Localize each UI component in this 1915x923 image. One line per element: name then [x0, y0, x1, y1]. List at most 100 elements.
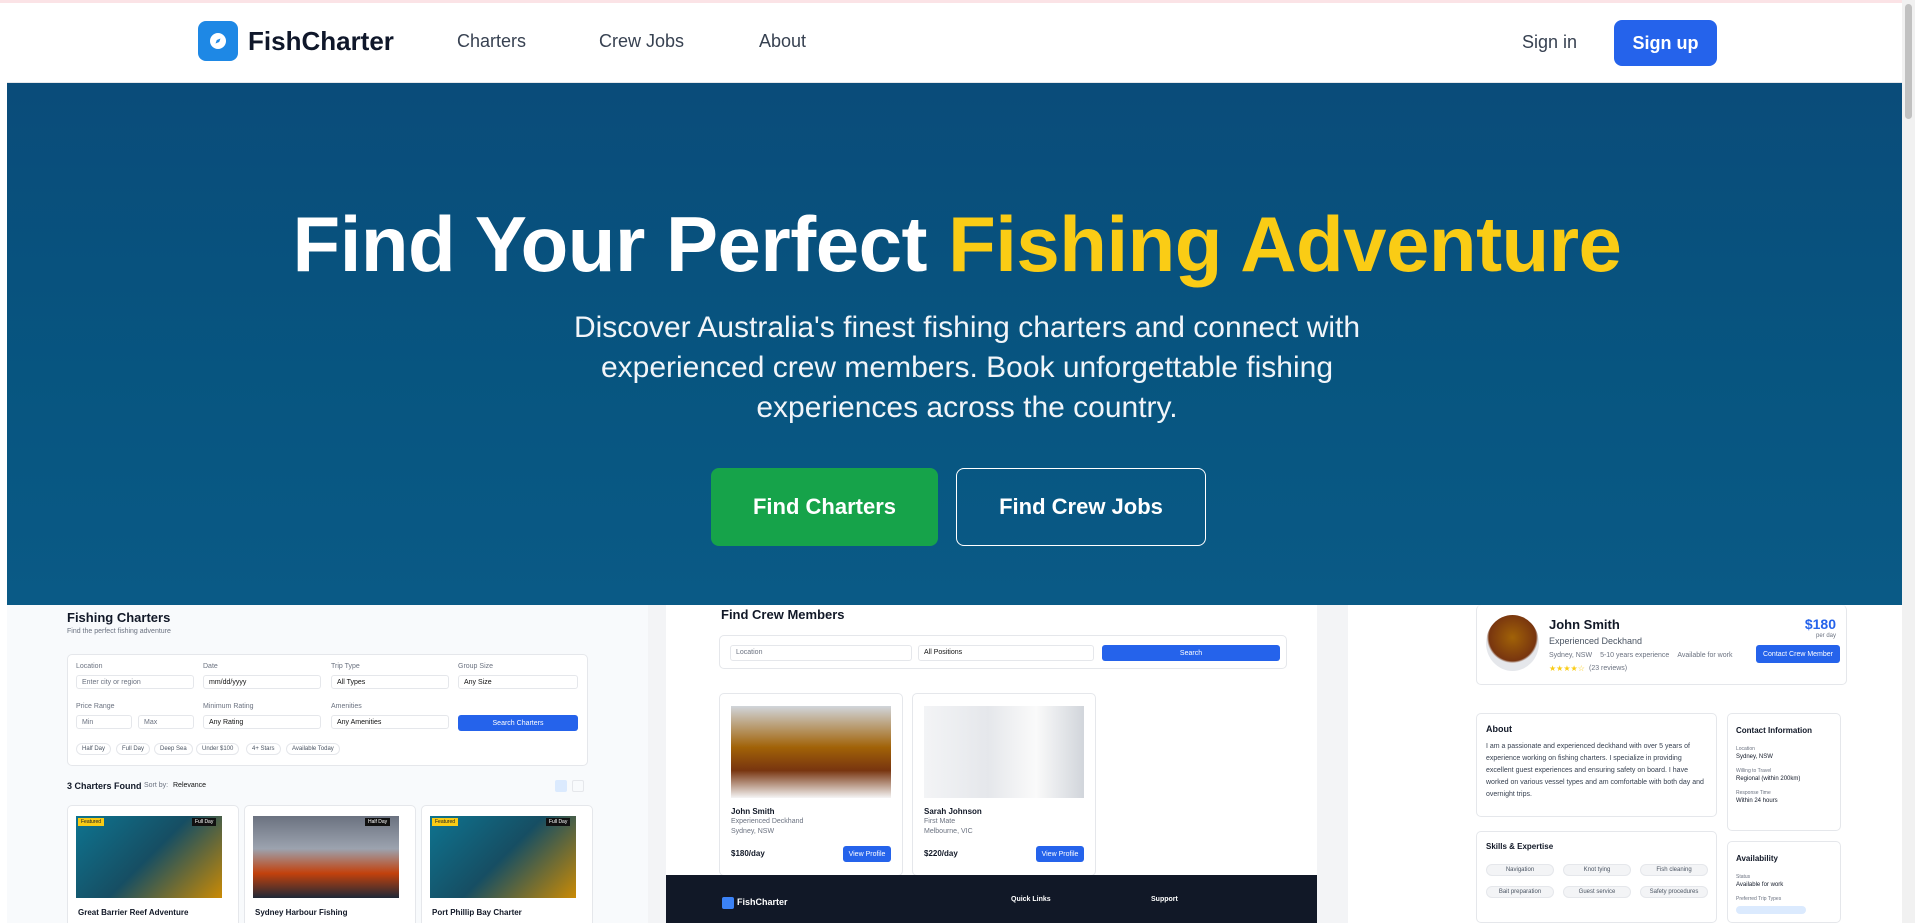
- charters-found: 3 Charters Found: [67, 781, 142, 791]
- duration-badge: Half Day: [365, 818, 391, 826]
- profile-name: John Smith: [1549, 617, 1620, 632]
- nav-link-about[interactable]: About: [759, 31, 806, 52]
- label-date: Date: [203, 663, 218, 670]
- page-scrollbar[interactable]: [1902, 0, 1915, 923]
- label-min-rating: Minimum Rating: [203, 703, 254, 710]
- charter-card[interactable]: Half Day Sydney Harbour Fishing: [244, 805, 416, 923]
- crew-card[interactable]: John Smith Experienced Deckhand Sydney, …: [719, 693, 903, 876]
- featured-badge: Featured: [78, 818, 105, 826]
- duration-badge: Full Day: [192, 818, 217, 826]
- sign-in-link[interactable]: Sign in: [1522, 32, 1577, 53]
- chip-full-day[interactable]: Full Day: [116, 743, 151, 755]
- price-min-input[interactable]: Min: [76, 715, 132, 729]
- about-text: I am a passionate and experienced deckha…: [1486, 743, 1704, 798]
- chip-deep-sea[interactable]: Deep Sea: [154, 743, 193, 755]
- brand[interactable]: FishCharter: [198, 21, 394, 61]
- skill-chip: Safety procedures: [1640, 886, 1708, 898]
- crew-title: Find Crew Members: [721, 607, 845, 622]
- crew-search-button[interactable]: Search: [1102, 645, 1280, 661]
- trip-type-chips: [1736, 906, 1806, 914]
- grid-view-icon[interactable]: [555, 780, 567, 792]
- duration-badge: Full Day: [546, 818, 571, 826]
- availability-title: Availability: [1736, 854, 1778, 863]
- harbour-sunset-image: [253, 816, 399, 898]
- crew-preview: Find Crew Members Location All Positions…: [648, 605, 1348, 923]
- nav-link-charters[interactable]: Charters: [457, 31, 526, 52]
- group-size-select[interactable]: Any Size: [458, 675, 578, 689]
- status-label: Status: [1736, 874, 1751, 880]
- positions-select[interactable]: All Positions: [918, 645, 1094, 661]
- find-crew-jobs-button[interactable]: Find Crew Jobs: [956, 468, 1206, 546]
- crew-name: John Smith: [731, 807, 775, 816]
- contact-crew-button[interactable]: Contact Crew Member: [1756, 645, 1840, 663]
- crew-footer: FishCharter Quick Links Support: [666, 875, 1317, 923]
- availability-card: Availability Status Available for work P…: [1727, 841, 1841, 923]
- find-charters-button[interactable]: Find Charters: [711, 468, 938, 546]
- charter-card[interactable]: Featured Full Day Great Barrier Reef Adv…: [67, 805, 239, 923]
- sign-up-button[interactable]: Sign up: [1614, 20, 1717, 66]
- crew-location: Melbourne, VIC: [924, 828, 973, 835]
- amenities-select[interactable]: Any Amenities: [331, 715, 449, 729]
- compass-logo-icon: [198, 21, 238, 61]
- status-value: Available for work: [1736, 882, 1784, 888]
- trip-type-select[interactable]: All Types: [331, 675, 449, 689]
- profile-meta: Sydney, NSW 5-10 years experience Availa…: [1549, 652, 1749, 659]
- hero-section: Find Your Perfect Fishing Adventure Disc…: [7, 83, 1902, 605]
- contact-card: Contact Information Location Sydney, NSW…: [1727, 713, 1841, 831]
- sort-select[interactable]: Relevance: [173, 782, 206, 789]
- search-charters-button[interactable]: Search Charters: [458, 715, 578, 731]
- crew-rate: $180/day: [731, 849, 765, 858]
- rating-select[interactable]: Any Rating: [203, 715, 321, 729]
- chip-half-day[interactable]: Half Day: [76, 743, 112, 755]
- profile-meta-location: Sydney, NSW: [1549, 652, 1593, 659]
- skill-chip: Navigation: [1486, 864, 1554, 876]
- contact-value: Sydney, NSW: [1736, 754, 1773, 760]
- profile-header-card: John Smith Experienced Deckhand Sydney, …: [1476, 605, 1847, 685]
- charter-card[interactable]: Featured Full Day Port Phillip Bay Chart…: [421, 805, 593, 923]
- charter-name: Great Barrier Reef Adventure: [78, 908, 189, 917]
- hero-title-main: Find Your Perfect: [292, 200, 949, 288]
- navbar: FishCharter Charters Crew Jobs About Sig…: [7, 3, 1902, 83]
- nav-link-crew-jobs[interactable]: Crew Jobs: [599, 31, 684, 52]
- hero-title: Find Your Perfect Fishing Adventure: [7, 199, 1907, 290]
- crew-name: Sarah Johnson: [924, 807, 982, 816]
- about-card: About I am a passionate and experienced …: [1476, 713, 1717, 817]
- crew-role: Experienced Deckhand: [731, 818, 804, 825]
- contact-label: Willing to Travel: [1736, 768, 1772, 774]
- view-profile-button[interactable]: View Profile: [843, 846, 891, 862]
- scrollbar-thumb[interactable]: [1905, 4, 1912, 119]
- contact-value: Within 24 hours: [1736, 798, 1778, 804]
- label-price-range: Price Range: [76, 703, 115, 710]
- view-profile-button[interactable]: View Profile: [1036, 846, 1084, 862]
- chip-4-stars[interactable]: 4+ Stars: [246, 743, 281, 755]
- hero-subtitle: Discover Australia's finest fishing char…: [573, 311, 1361, 424]
- trip-types-label: Preferred Trip Types: [1736, 896, 1782, 902]
- crew-location-input[interactable]: Location: [730, 645, 912, 661]
- crew-card[interactable]: Sarah Johnson First Mate Melbourne, VIC …: [912, 693, 1096, 876]
- contact-title: Contact Information: [1736, 726, 1812, 735]
- footer-brand: FishCharter: [737, 897, 788, 907]
- list-view-icon[interactable]: [572, 780, 584, 792]
- chip-available-today[interactable]: Available Today: [286, 743, 340, 755]
- crew-location: Sydney, NSW: [731, 828, 775, 835]
- skill-chip: Knot tying: [1563, 864, 1631, 876]
- label-group-size: Group Size: [458, 663, 494, 670]
- date-input[interactable]: mm/dd/yyyy: [203, 675, 321, 689]
- profile-rating-stars: ★★★★☆: [1549, 664, 1585, 673]
- contact-value: Regional (within 200km): [1736, 776, 1801, 782]
- hero-title-accent: Fishing Adventure: [948, 200, 1622, 288]
- chip-under-100[interactable]: Under $100: [196, 743, 240, 755]
- charters-title: Fishing Charters: [67, 610, 171, 625]
- location-input[interactable]: Enter city or region: [76, 675, 194, 689]
- crew-search-bar: Location All Positions Search: [719, 635, 1287, 669]
- reef-diver-image: [76, 816, 222, 898]
- footer-quick-links: Quick Links: [1011, 896, 1051, 903]
- skills-card: Skills & Expertise Navigation Knot tying…: [1476, 831, 1717, 923]
- footer-logo-icon: [722, 897, 734, 909]
- preview-strip: Fishing Charters Find the perfect fishin…: [7, 605, 1902, 923]
- featured-badge: Featured: [432, 818, 459, 826]
- skill-chip: Guest service: [1563, 886, 1631, 898]
- reef-diver-image: [430, 816, 576, 898]
- price-max-input[interactable]: Max: [138, 715, 194, 729]
- profile-meta-experience: 5-10 years experience: [1600, 652, 1670, 659]
